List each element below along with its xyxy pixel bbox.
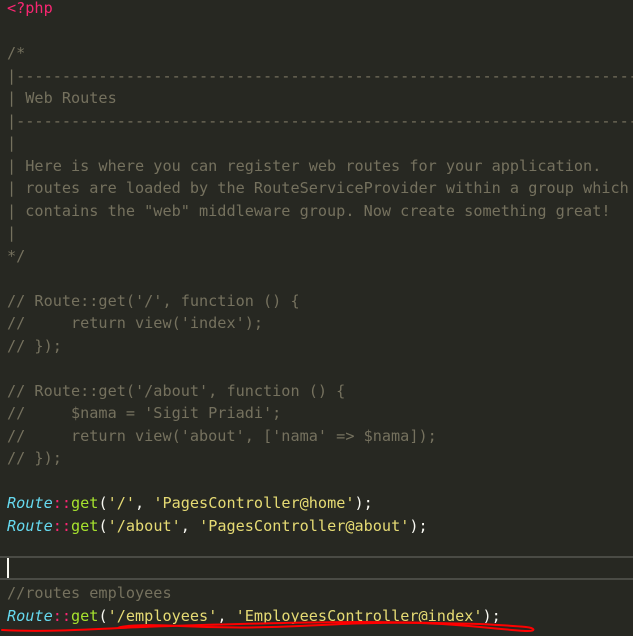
code-token-comment: // Route::get('/', function () {	[7, 291, 300, 310]
code-line: */	[7, 245, 25, 267]
code-line: | Here is where you can register web rou…	[7, 155, 601, 177]
code-token-comment: */	[7, 246, 26, 265]
code-line: |---------------------------------------…	[7, 110, 633, 132]
code-token-comment: // return view('about', ['nama' => $nama…	[7, 426, 437, 445]
code-token-function: get	[71, 494, 99, 512]
code-line: // });	[7, 335, 62, 357]
code-line: | contains the "web" middleware group. N…	[7, 200, 610, 222]
code-token-comment: // });	[7, 336, 62, 355]
code-line: |---------------------------------------…	[7, 65, 633, 87]
code-line: // Route::get('/about', function () {	[7, 380, 345, 402]
code-token-punct: (	[98, 494, 108, 512]
code-token-comment: |---------------------------------------…	[7, 66, 633, 85]
code-line: // });	[7, 447, 62, 469]
code-token-string: 'PagesController@about'	[199, 516, 410, 535]
code-token-string: '/'	[107, 494, 136, 512]
code-token-comment: |---------------------------------------…	[7, 111, 633, 130]
code-token-comment: /*	[7, 44, 26, 62]
code-line: // Route::get('/', function () {	[7, 290, 300, 312]
code-line: // $nama = 'Sigit Priadi';	[7, 402, 281, 424]
code-line: <?php	[7, 0, 53, 19]
code-token-punct: ,	[135, 494, 154, 512]
code-token-class: Route	[7, 494, 53, 512]
code-token-punct: );	[409, 516, 428, 535]
error-squiggle-underline	[1, 620, 535, 633]
code-line: // return view('index');	[7, 312, 263, 334]
code-token-comment: // return view('index');	[7, 314, 264, 332]
code-token-comment: // Route::get('/about', function () {	[7, 381, 346, 400]
code-token-function: get	[71, 516, 99, 535]
code-token-comment: // });	[7, 449, 62, 467]
code-token-comment: | routes are loaded by the RouteServiceP…	[7, 179, 629, 197]
code-token-comment: //routes employees	[7, 584, 172, 602]
code-token-comment: // $nama = 'Sigit Priadi';	[7, 404, 282, 422]
code-token-string: '/about'	[107, 516, 181, 535]
code-token-class: Route	[7, 516, 53, 535]
code-line: // return view('about', ['nama' => $nama…	[7, 425, 437, 447]
code-token-comment: | Here is where you can register web rou…	[7, 156, 602, 175]
code-token-comment: |	[7, 224, 17, 242]
code-token-comment: |	[7, 134, 17, 152]
text-caret	[7, 558, 9, 578]
code-line: | Web Routes	[7, 87, 117, 109]
code-token-punct: ,	[180, 516, 200, 535]
code-line: |	[7, 132, 16, 154]
code-line: /*	[7, 42, 25, 64]
code-line: | routes are loaded by the RouteServiceP…	[7, 177, 629, 199]
code-token-tag: <?php	[7, 0, 53, 17]
code-token-comment: | Web Routes	[7, 89, 117, 107]
current-line-highlight	[0, 556, 633, 580]
code-line: //routes employees	[7, 582, 172, 604]
code-token-operator: ::	[52, 494, 72, 512]
code-line: Route::get('/about', 'PagesController@ab…	[7, 515, 428, 537]
code-editor[interactable]: <?php /* |--------------------------------…	[0, 0, 633, 636]
code-token-comment: | contains the "web" middleware group. N…	[7, 201, 611, 220]
code-token-string: 'PagesController@home'	[153, 494, 355, 512]
code-line: |	[7, 222, 16, 244]
code-token-operator: ::	[52, 516, 72, 535]
code-token-punct: );	[354, 494, 373, 512]
code-token-punct: (	[98, 516, 108, 535]
code-line: Route::get('/', 'PagesController@home');	[7, 492, 373, 514]
